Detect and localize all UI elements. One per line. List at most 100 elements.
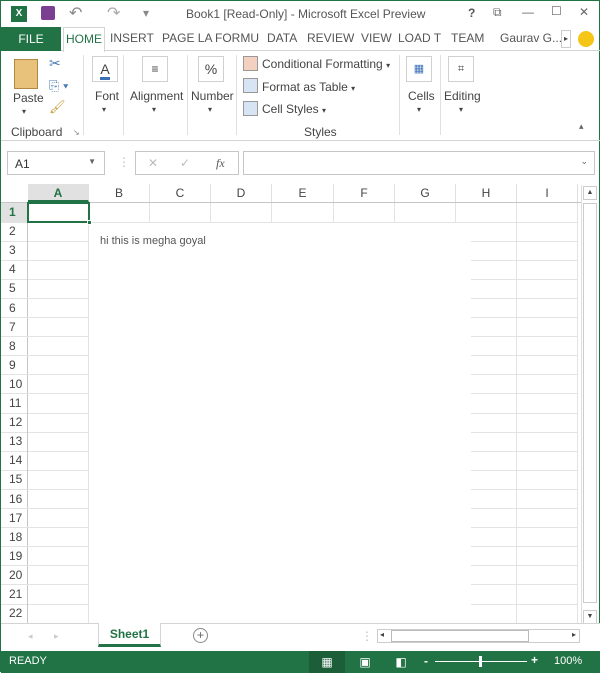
column-header-e[interactable]: E bbox=[272, 184, 334, 202]
row-header-3[interactable]: 3 bbox=[1, 241, 28, 261]
row-header-2[interactable]: 2 bbox=[1, 222, 28, 242]
redo-icon[interactable]: ↷ bbox=[107, 3, 120, 23]
new-sheet-button[interactable]: + bbox=[193, 628, 208, 643]
column-header-i[interactable]: I bbox=[517, 184, 578, 202]
sheet-tab-sheet1[interactable]: Sheet1 bbox=[98, 623, 161, 647]
user-name[interactable]: Gaurav G... bbox=[500, 31, 562, 45]
column-header-b[interactable]: B bbox=[89, 184, 150, 202]
cut-icon[interactable]: ✂ bbox=[49, 55, 61, 72]
scroll-down-icon[interactable]: ▼ bbox=[583, 610, 597, 624]
alignment-button[interactable]: Alignment bbox=[130, 89, 183, 103]
normal-view-button[interactable]: ▦ bbox=[309, 651, 345, 673]
page-layout-view-button[interactable]: ▣ bbox=[355, 651, 375, 673]
zoom-slider-thumb[interactable] bbox=[479, 656, 482, 667]
row-header-5[interactable]: 5 bbox=[1, 279, 28, 299]
format-painter-icon[interactable]: 🖌 bbox=[49, 99, 66, 115]
row-header-9[interactable]: 9 bbox=[1, 355, 28, 375]
column-header-h[interactable]: H bbox=[456, 184, 517, 202]
row-header-1[interactable]: 1 bbox=[1, 203, 28, 222]
cells-icon[interactable]: ▦ bbox=[406, 56, 432, 82]
zoom-slider[interactable] bbox=[435, 656, 527, 667]
insert-function-button[interactable]: fx bbox=[216, 156, 225, 171]
tab-page-layout[interactable]: PAGE LA bbox=[162, 31, 212, 45]
tab-team[interactable]: TEAM bbox=[451, 31, 484, 45]
undo-icon[interactable]: ↶ bbox=[69, 3, 82, 23]
close-button[interactable]: ✕ bbox=[579, 5, 589, 19]
font-button[interactable]: Font bbox=[95, 89, 119, 103]
ribbon-display-options-icon[interactable]: ⧉ bbox=[493, 5, 502, 20]
row-header-6[interactable]: 6 bbox=[1, 298, 28, 318]
column-header-g[interactable]: G bbox=[395, 184, 456, 202]
expand-formula-bar-icon[interactable]: ⌄ bbox=[580, 156, 588, 167]
vertical-scrollbar[interactable]: ▲ ▼ bbox=[581, 185, 597, 625]
column-header-d[interactable]: D bbox=[211, 184, 272, 202]
enter-check-icon[interactable]: ✓ bbox=[180, 156, 190, 170]
find-binoculars-icon[interactable]: ⌗ bbox=[448, 56, 474, 82]
cell-styles-button[interactable]: Cell Styles ▾ bbox=[262, 102, 326, 116]
tab-load-test[interactable]: LOAD T bbox=[398, 31, 441, 45]
copy-icon[interactable]: ⎘ ▾ bbox=[49, 78, 68, 94]
formula-input[interactable]: ⌄ bbox=[243, 151, 595, 175]
row-header-22[interactable]: 22 bbox=[1, 604, 28, 624]
select-all-corner[interactable] bbox=[1, 184, 28, 203]
column-header-c[interactable]: C bbox=[150, 184, 211, 202]
help-button[interactable]: ? bbox=[468, 6, 475, 20]
scroll-up-icon[interactable]: ▲ bbox=[583, 186, 597, 200]
cells-button[interactable]: Cells bbox=[408, 89, 435, 103]
tab-view[interactable]: VIEW bbox=[361, 31, 392, 45]
row-header-8[interactable]: 8 bbox=[1, 336, 28, 356]
tab-home[interactable]: HOME bbox=[63, 27, 105, 52]
row-header-20[interactable]: 20 bbox=[1, 565, 28, 585]
row-header-10[interactable]: 10 bbox=[1, 374, 28, 394]
fill-handle[interactable] bbox=[87, 220, 92, 225]
textbox-shape[interactable]: hi this is megha goyal bbox=[89, 223, 471, 623]
name-box[interactable]: A1 ▼ bbox=[7, 151, 105, 175]
row-header-12[interactable]: 12 bbox=[1, 413, 28, 433]
row-header-18[interactable]: 18 bbox=[1, 527, 28, 547]
scroll-left-icon[interactable]: ◂ bbox=[380, 630, 384, 639]
cancel-icon[interactable]: ✕ bbox=[148, 156, 158, 170]
page-break-preview-button[interactable]: ◧ bbox=[391, 651, 411, 673]
row-header-21[interactable]: 21 bbox=[1, 585, 28, 604]
zoom-in-button[interactable]: + bbox=[531, 653, 538, 667]
row-header-17[interactable]: 17 bbox=[1, 508, 28, 528]
dialog-launcher-icon[interactable]: ↘ bbox=[73, 128, 80, 137]
font-icon[interactable]: A bbox=[92, 56, 118, 82]
collapse-ribbon-icon[interactable]: ▴ bbox=[579, 121, 584, 132]
next-sheet-icon[interactable]: ▸ bbox=[54, 631, 59, 642]
vertical-scroll-thumb[interactable] bbox=[583, 203, 597, 603]
row-header-7[interactable]: 7 bbox=[1, 317, 28, 337]
tab-data[interactable]: DATA bbox=[267, 31, 297, 45]
editing-button[interactable]: Editing bbox=[444, 89, 481, 103]
zoom-level[interactable]: 100% bbox=[554, 655, 582, 667]
scroll-right-icon[interactable]: ▸ bbox=[572, 630, 576, 639]
row-header-4[interactable]: 4 bbox=[1, 260, 28, 280]
tab-review[interactable]: REVIEW bbox=[307, 31, 354, 45]
horizontal-scrollbar[interactable]: ◂ ▸ bbox=[377, 629, 580, 643]
alignment-icon[interactable]: ≡ bbox=[142, 56, 168, 82]
save-icon[interactable] bbox=[41, 6, 55, 20]
number-button[interactable]: Number bbox=[191, 89, 234, 103]
maximize-button[interactable]: ☐ bbox=[551, 4, 562, 18]
row-header-14[interactable]: 14 bbox=[1, 451, 28, 471]
row-header-13[interactable]: 13 bbox=[1, 432, 28, 452]
column-header-a[interactable]: A bbox=[28, 184, 89, 202]
paste-button[interactable]: Paste bbox=[13, 91, 44, 105]
split-handle[interactable]: ⋮ bbox=[361, 629, 373, 643]
tab-insert[interactable]: INSERT bbox=[110, 31, 154, 45]
row-header-16[interactable]: 16 bbox=[1, 489, 28, 509]
prev-sheet-icon[interactable]: ◂ bbox=[28, 631, 33, 642]
zoom-out-button[interactable]: - bbox=[424, 654, 428, 668]
scroll-tabs-right-icon[interactable]: ▸ bbox=[561, 30, 571, 48]
row-header-15[interactable]: 15 bbox=[1, 470, 28, 490]
formula-bar-grip[interactable]: ⋮ bbox=[118, 155, 130, 169]
conditional-formatting-button[interactable]: Conditional Formatting ▾ bbox=[262, 57, 390, 71]
horizontal-scroll-thumb[interactable] bbox=[391, 630, 529, 642]
minimize-button[interactable]: — bbox=[522, 5, 534, 19]
active-cell-a1[interactable] bbox=[27, 202, 90, 223]
column-header-f[interactable]: F bbox=[334, 184, 395, 202]
paste-icon[interactable] bbox=[14, 59, 38, 89]
tab-formulas[interactable]: FORMU bbox=[215, 31, 259, 45]
number-icon[interactable]: % bbox=[198, 56, 224, 82]
format-as-table-button[interactable]: Format as Table ▾ bbox=[262, 80, 355, 94]
